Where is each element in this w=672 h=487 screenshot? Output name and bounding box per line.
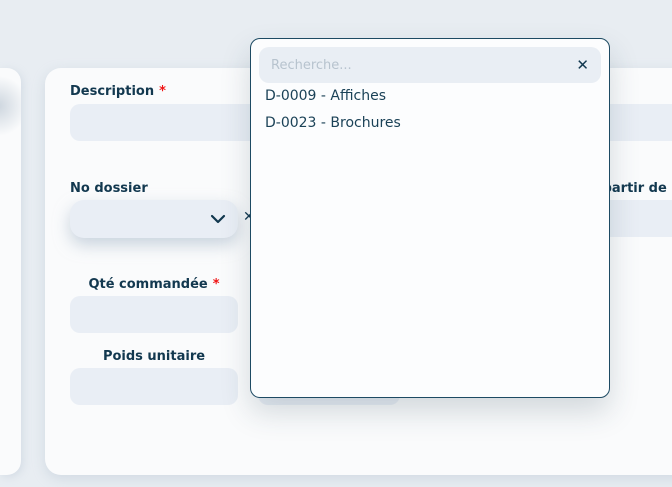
poids-unitaire-input[interactable]	[70, 368, 238, 405]
description-label: Description *	[70, 84, 166, 99]
no-dossier-select[interactable]	[70, 200, 238, 238]
qte-commandee-label-text: Qté commandée	[88, 277, 207, 292]
dossier-dropdown-popover: ✕ D-0009 - Affiches D-0023 - Brochures	[250, 38, 610, 398]
close-icon[interactable]: ✕	[568, 58, 589, 73]
page: { "form": { "required_mark": "*", "descr…	[0, 0, 672, 487]
qte-commandee-input[interactable]	[70, 296, 238, 333]
required-asterisk: *	[159, 84, 166, 99]
popover-search-box: ✕	[259, 47, 601, 83]
popover-search-input[interactable]	[271, 58, 568, 73]
popover-options-list: D-0009 - Affiches D-0023 - Brochures	[251, 83, 609, 137]
left-rail-panel	[0, 68, 21, 475]
description-label-text: Description	[70, 84, 154, 99]
no-dossier-label: No dossier	[70, 181, 148, 196]
chevron-down-icon	[210, 214, 226, 224]
qte-commandee-label: Qté commandée *	[70, 277, 238, 292]
poids-unitaire-label-text: Poids unitaire	[103, 349, 205, 364]
poids-unitaire-label: Poids unitaire	[70, 349, 238, 364]
dropdown-option[interactable]: D-0023 - Brochures	[251, 110, 609, 137]
no-dossier-label-text: No dossier	[70, 181, 148, 196]
dropdown-option[interactable]: D-0009 - Affiches	[251, 83, 609, 110]
required-asterisk: *	[213, 277, 220, 292]
